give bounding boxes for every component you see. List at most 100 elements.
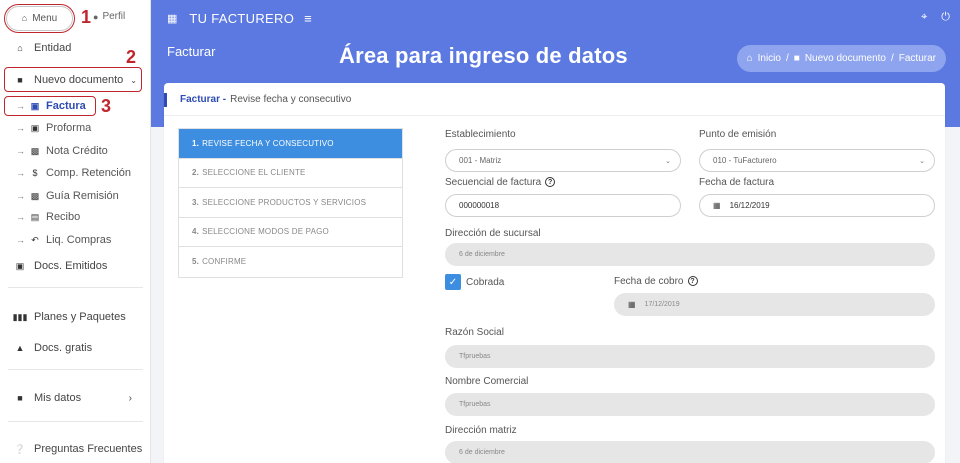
breadcrumb-inicio[interactable]: Inicio [758, 53, 781, 64]
sidebar-item-label: Docs. gratis [34, 342, 93, 354]
subitem-label: Comp. Retención [46, 167, 131, 179]
wizard-step-1[interactable]: 1. REVISE FECHA Y CONSECUTIVO [179, 129, 402, 159]
direccion-sucursal-value: 6 de diciembre [459, 251, 505, 258]
sidebar-subitem-guia-remision[interactable]: → ▩ Guía Remisión [0, 186, 150, 206]
bars-icon: ▮▮▮ [12, 311, 28, 322]
step-number: 1. [192, 138, 200, 148]
sidebar-subitem-proforma[interactable]: → ▣ Proforma [0, 118, 150, 138]
sidebar-item-label: Entidad [34, 42, 72, 54]
sidebar-item-planes[interactable]: ▮▮▮ Planes y Paquetes [0, 307, 150, 327]
direccion-matriz-value: 6 de diciembre [459, 449, 505, 456]
punto-emision-value: 010 - TuFacturero [713, 156, 777, 165]
sidebar-item-docs-gratis[interactable]: ▲ Docs. gratis [0, 338, 150, 358]
razon-social-label: Razón Social [445, 327, 504, 338]
fecha-factura-input[interactable]: ▦ 16/12/2019 [699, 194, 935, 217]
hamburger-icon[interactable]: ≡ [304, 11, 312, 26]
punto-emision-select[interactable]: 010 - TuFacturero ⌄ [699, 149, 935, 172]
sidebar-subitem-liq-compras[interactable]: → ↶ Liq. Compras [0, 230, 150, 250]
wizard-step-5[interactable]: 5. CONFIRME [179, 247, 402, 277]
sidebar-subitem-nota-credito[interactable]: → ▩ Nota Crédito [0, 141, 150, 161]
top-actions: ⌖ ⏻ [921, 11, 950, 24]
breadcrumb-nuevo[interactable]: Nuevo documento [805, 53, 886, 64]
perfil-link[interactable]: ● Perfil [93, 11, 125, 22]
user-icon: ● [93, 11, 99, 22]
document-icon: ■ [17, 75, 23, 85]
fecha-cobro-label-text: Fecha de cobro [614, 276, 684, 287]
establecimiento-select[interactable]: 001 - Matriz ⌄ [445, 149, 681, 172]
wizard-step-3[interactable]: 3. SELECCIONE PRODUCTOS Y SERVICIOS [179, 188, 402, 218]
breadcrumb-facturar: Facturar [898, 53, 936, 64]
perfil-label: Perfil [102, 11, 126, 22]
direccion-sucursal-label: Dirección de sucursal [445, 228, 541, 239]
highlight-ring [4, 3, 75, 33]
step-marker-2: 2 [126, 47, 137, 67]
sidebar-item-label: Nuevo documento [34, 74, 124, 86]
step-number: 3. [192, 197, 200, 207]
header-accent [164, 93, 167, 107]
power-icon[interactable]: ⏻ [941, 11, 950, 24]
app-logo-icon: ▦ [167, 12, 178, 25]
help-icon[interactable]: ? [687, 276, 698, 287]
subitem-label: Liq. Compras [46, 234, 112, 246]
secuencial-input[interactable]: 000000018 [445, 194, 681, 217]
cobrada-label: Cobrada [466, 277, 505, 288]
nombre-comercial-value: Tfpruebas [459, 401, 491, 408]
nombre-comercial-field: Tfpruebas [445, 393, 935, 416]
sidebar-subitem-recibo[interactable]: → ▤ Recibo [0, 207, 150, 227]
step-number: 4. [192, 227, 200, 237]
id-card-icon: ■ [17, 393, 23, 403]
step-label: SELECCIONE PRODUCTOS Y SERVICIOS [202, 197, 367, 207]
subitem-label: Proforma [46, 122, 92, 134]
subitem-label: Recibo [46, 211, 81, 223]
subitem-label: Guía Remisión [46, 190, 119, 202]
step-number: 2. [192, 168, 200, 178]
sidebar-item-docs-emitidos[interactable]: ▣ Docs. Emitidos [0, 256, 150, 276]
wizard-steps: 1. REVISE FECHA Y CONSECUTIVO 2. SELECCI… [178, 128, 403, 278]
sidebar-item-preguntas[interactable]: ❔ Preguntas Frecuentes [0, 439, 150, 459]
card-header: Facturar - Revise fecha y consecutivo [164, 83, 945, 116]
dollar-icon: $ [32, 168, 38, 178]
menu-button[interactable]: ⌂ Menu [4, 3, 75, 33]
divider [8, 369, 143, 370]
sidebar-item-mis-datos[interactable]: ■ Mis datos › [0, 388, 150, 408]
dash-icon: → [16, 168, 25, 178]
fecha-cobro-input[interactable]: ▦ 17/12/2019 [614, 293, 935, 316]
fecha-cobro-value: 17/12/2019 [644, 301, 680, 308]
calendar-icon: ▦ [628, 300, 636, 309]
card-header-title: Facturar - [180, 93, 227, 105]
secuencial-label: Secuencial de factura? [445, 177, 556, 188]
step-number: 5. [192, 257, 200, 267]
direccion-sucursal-field: 6 de diciembre [445, 243, 935, 266]
divider [8, 287, 143, 288]
fecha-factura-label: Fecha de factura [699, 177, 775, 188]
dash-icon: → [16, 212, 25, 222]
direccion-matriz-field: 6 de diciembre [445, 441, 935, 463]
step-marker-1: 1 [81, 7, 92, 27]
nombre-comercial-label: Nombre Comercial [445, 376, 529, 387]
step-label: REVISE FECHA Y CONSECUTIVO [202, 138, 334, 148]
sidebar-item-label: Planes y Paquetes [34, 311, 126, 323]
dash-icon: → [16, 101, 25, 111]
breadcrumb-sep: / [785, 53, 789, 64]
sidebar-subitem-comp-retencion[interactable]: → $ Comp. Retención [0, 163, 150, 183]
fecha-factura-value: 16/12/2019 [729, 201, 770, 210]
question-icon: ❔ [14, 443, 26, 454]
help-icon[interactable]: ? [545, 177, 556, 188]
card-header-subtitle: Revise fecha y consecutivo [230, 93, 352, 105]
dash-icon: → [16, 146, 25, 156]
secuencial-value: 000000018 [459, 201, 500, 210]
establecimiento-label: Establecimiento [445, 129, 516, 140]
sidebar-item-nuevo-documento[interactable]: ■ Nuevo documento ⌄ [0, 70, 150, 90]
clipboard-icon: ▣ [30, 122, 40, 133]
file-icon: ▩ [30, 145, 40, 156]
sidebar-subitem-factura[interactable]: → ▣ Factura [0, 96, 150, 116]
wizard-step-2[interactable]: 2. SELECCIONE EL CLIENTE [179, 159, 402, 188]
subitem-label: Factura [46, 100, 86, 112]
razon-social-field: Tfpruebas [445, 345, 935, 368]
breadcrumb: ⌂ Inicio / ■ Nuevo documento / Facturar [736, 45, 946, 72]
wizard-step-4[interactable]: 4. SELECCIONE MODOS DE PAGO [179, 218, 402, 247]
chevron-right-icon: › [128, 392, 132, 404]
cobrada-checkbox[interactable]: ✓ [445, 274, 461, 290]
punto-emision-label: Punto de emisión [699, 129, 777, 140]
fullscreen-icon[interactable]: ⌖ [921, 11, 927, 24]
